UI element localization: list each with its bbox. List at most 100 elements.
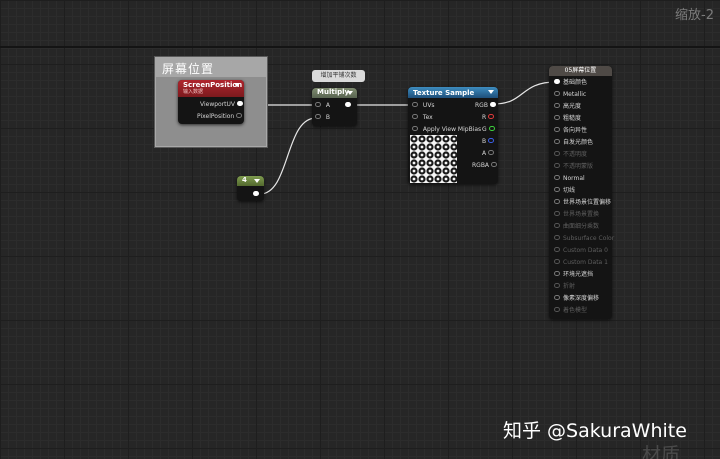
- material-result-node[interactable]: 05屏幕位置 基础颜色 Metallic 高光度粗糙度各向异性自发光颜色不透明度不透…: [549, 66, 614, 319]
- input-pin-icon[interactable]: [554, 211, 560, 216]
- result-pin-row[interactable]: Custom Data 0: [554, 247, 608, 255]
- pin-label: PixelPosition: [197, 113, 235, 120]
- apply-view-mipbias-input[interactable]: Apply View MipBias: [412, 126, 481, 134]
- screen-position-header[interactable]: ScreenPosition 输入数据: [178, 80, 244, 97]
- constant-output[interactable]: [253, 191, 259, 199]
- texture-sample-header[interactable]: Texture Sample: [408, 87, 498, 98]
- pin-label: 曲面细分乘数: [563, 223, 600, 230]
- texture-preview-thumbnail: [410, 135, 457, 183]
- result-pin-row[interactable]: 折射: [554, 283, 575, 291]
- result-pin-row[interactable]: 不透明度: [554, 151, 587, 159]
- pin-label: 世界场景位置偏移: [563, 199, 612, 206]
- pin-label: B: [325, 114, 331, 121]
- multiply-output[interactable]: [345, 102, 351, 110]
- result-pin-row[interactable]: Subsurface Color: [554, 235, 614, 243]
- output-pin-icon[interactable]: [488, 138, 495, 143]
- input-pin-icon[interactable]: [554, 115, 560, 120]
- result-pin-row[interactable]: 粗糙度: [554, 115, 581, 123]
- result-pin-row[interactable]: 世界场景置换: [554, 211, 599, 219]
- result-pin-row[interactable]: 世界场景位置偏移: [554, 199, 611, 207]
- result-pin-row[interactable]: 自发光颜色: [554, 139, 593, 147]
- multiply-input-a[interactable]: A: [315, 102, 330, 110]
- result-pin-row[interactable]: 切线: [554, 187, 575, 195]
- result-pin-row[interactable]: 着色模型: [554, 307, 587, 315]
- input-pin-icon[interactable]: [554, 139, 560, 144]
- pin-label: 自发光颜色: [563, 139, 594, 146]
- result-pin-row[interactable]: 环境光遮挡: [554, 271, 593, 279]
- input-pin-icon[interactable]: [554, 199, 560, 204]
- pin-label: 粗糙度: [563, 115, 582, 122]
- result-pin-row[interactable]: 不透明蒙版: [554, 163, 593, 171]
- input-pin-icon[interactable]: [412, 126, 418, 131]
- material-graph-canvas[interactable]: 缩放-2 屏幕位置 ScreenPosition 输入数据 ViewportUV…: [0, 0, 720, 459]
- rgb-output[interactable]: RGB: [475, 102, 496, 110]
- input-pin-icon[interactable]: [554, 307, 560, 312]
- input-pin-icon[interactable]: [554, 223, 560, 228]
- output-pin-icon[interactable]: [253, 191, 259, 196]
- constant-value: 4: [242, 176, 247, 184]
- pixelposition-output[interactable]: PixelPosition: [197, 113, 243, 121]
- input-pin-icon[interactable]: [412, 102, 418, 107]
- expand-caret-icon[interactable]: [234, 83, 240, 87]
- result-pin-row[interactable]: 像素深度偏移: [554, 295, 599, 303]
- input-pin-icon[interactable]: [554, 175, 560, 180]
- expand-caret-icon[interactable]: [347, 91, 353, 95]
- input-pin-icon[interactable]: [554, 79, 560, 84]
- screen-position-node[interactable]: ScreenPosition 输入数据 ViewportUV PixelPosi…: [178, 80, 244, 124]
- input-pin-icon[interactable]: [554, 235, 560, 240]
- input-pin-icon[interactable]: [315, 102, 321, 107]
- multiply-header[interactable]: Multiply: [312, 88, 357, 98]
- input-pin-icon[interactable]: [554, 295, 560, 300]
- input-pin-icon[interactable]: [554, 151, 560, 156]
- expand-caret-icon[interactable]: [254, 179, 260, 183]
- r-output[interactable]: R: [482, 114, 495, 122]
- input-pin-icon[interactable]: [554, 187, 560, 192]
- constant-node[interactable]: 4: [237, 176, 264, 201]
- viewportuv-output[interactable]: ViewportUV: [200, 101, 243, 109]
- result-pin-row[interactable]: Metallic: [554, 91, 586, 99]
- output-pin-icon[interactable]: [236, 113, 243, 118]
- wire-const-to-b: [259, 117, 317, 195]
- pin-label: A: [325, 102, 331, 109]
- input-pin-icon[interactable]: [412, 114, 418, 119]
- output-pin-icon[interactable]: [345, 102, 351, 107]
- pin-label: 不透明度: [563, 151, 588, 158]
- input-pin-icon[interactable]: [554, 283, 560, 288]
- input-pin-icon[interactable]: [554, 271, 560, 276]
- input-pin-icon[interactable]: [554, 127, 560, 132]
- result-pin-row[interactable]: 各向异性: [554, 127, 587, 135]
- output-pin-icon[interactable]: [488, 150, 495, 155]
- tex-input[interactable]: Tex: [412, 114, 433, 122]
- a-output[interactable]: A: [482, 150, 495, 158]
- output-pin-icon[interactable]: [488, 126, 495, 131]
- expand-caret-icon[interactable]: [488, 90, 494, 94]
- input-pin-icon[interactable]: [554, 163, 560, 168]
- multiply-input-b[interactable]: B: [315, 114, 330, 122]
- result-pin-row[interactable]: Custom Data 1: [554, 259, 608, 267]
- rgba-output[interactable]: RGBA: [472, 162, 497, 170]
- output-pin-icon[interactable]: [488, 114, 495, 119]
- constant-header[interactable]: 4: [237, 176, 264, 186]
- result-pin-row[interactable]: Normal: [554, 175, 585, 183]
- output-pin-icon[interactable]: [236, 101, 243, 106]
- input-pin-icon[interactable]: [315, 114, 321, 119]
- g-output[interactable]: G: [482, 126, 495, 134]
- pin-label: A: [482, 150, 487, 157]
- pin-label: 高光度: [563, 103, 582, 110]
- result-pin-row[interactable]: 高光度: [554, 103, 581, 111]
- result-pin-row[interactable]: 曲面细分乘数: [554, 223, 599, 231]
- pin-label: 环境光遮挡: [563, 271, 594, 278]
- input-pin-icon[interactable]: [554, 247, 560, 252]
- input-pin-icon[interactable]: [554, 91, 560, 96]
- multiply-title: Multiply: [317, 88, 350, 96]
- input-pin-icon[interactable]: [554, 103, 560, 108]
- input-pin-icon[interactable]: [554, 259, 560, 264]
- output-pin-icon[interactable]: [489, 102, 496, 107]
- comment-title[interactable]: 屏幕位置: [156, 58, 266, 77]
- multiply-node[interactable]: Multiply A B: [312, 88, 357, 126]
- material-result-header[interactable]: 05屏幕位置: [549, 66, 612, 76]
- b-output[interactable]: B: [482, 138, 495, 146]
- result-pin-row[interactable]: 基础颜色: [554, 79, 587, 87]
- output-pin-icon[interactable]: [490, 162, 497, 167]
- uvs-input[interactable]: UVs: [412, 102, 435, 110]
